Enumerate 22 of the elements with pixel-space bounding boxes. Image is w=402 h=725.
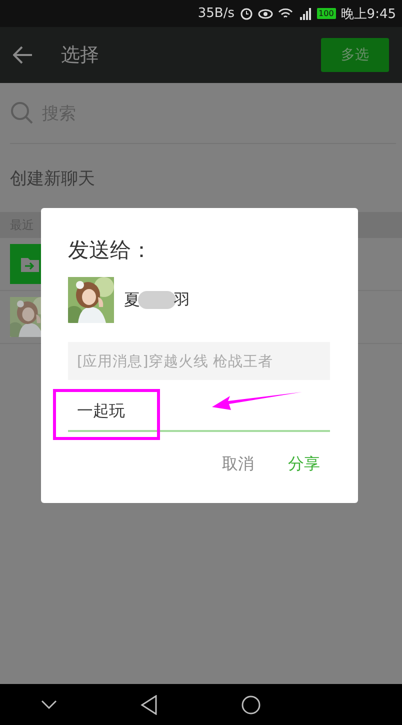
clock: 晚上9:45 xyxy=(340,6,396,22)
share-button[interactable]: 分享 xyxy=(286,452,322,477)
dialog-title: 发送给： xyxy=(68,237,153,264)
search-icon xyxy=(10,101,34,125)
home-icon[interactable] xyxy=(240,694,261,714)
multi-select-button[interactable]: 多选 xyxy=(321,38,389,72)
message-text: [应用消息]穿越火线 枪战王者 xyxy=(77,352,273,370)
blurred-area xyxy=(138,291,176,309)
recipient-name: 羽 xyxy=(174,290,190,310)
wifi-icon xyxy=(278,8,293,20)
collapse-icon[interactable] xyxy=(41,700,58,710)
battery-level: 100 xyxy=(316,8,336,19)
back-icon[interactable] xyxy=(140,694,158,714)
signal-icon xyxy=(298,8,312,20)
create-chat-item[interactable]: 创建新聊天 xyxy=(10,166,95,190)
alarm-icon xyxy=(240,7,253,20)
cancel-button[interactable]: 取消 xyxy=(220,452,256,477)
network-speed: 35B/s xyxy=(198,6,235,21)
eye-icon xyxy=(258,8,273,19)
page-title: 选择 xyxy=(61,43,100,68)
back-icon[interactable] xyxy=(13,46,33,64)
recipient-name: 夏 xyxy=(124,290,140,310)
